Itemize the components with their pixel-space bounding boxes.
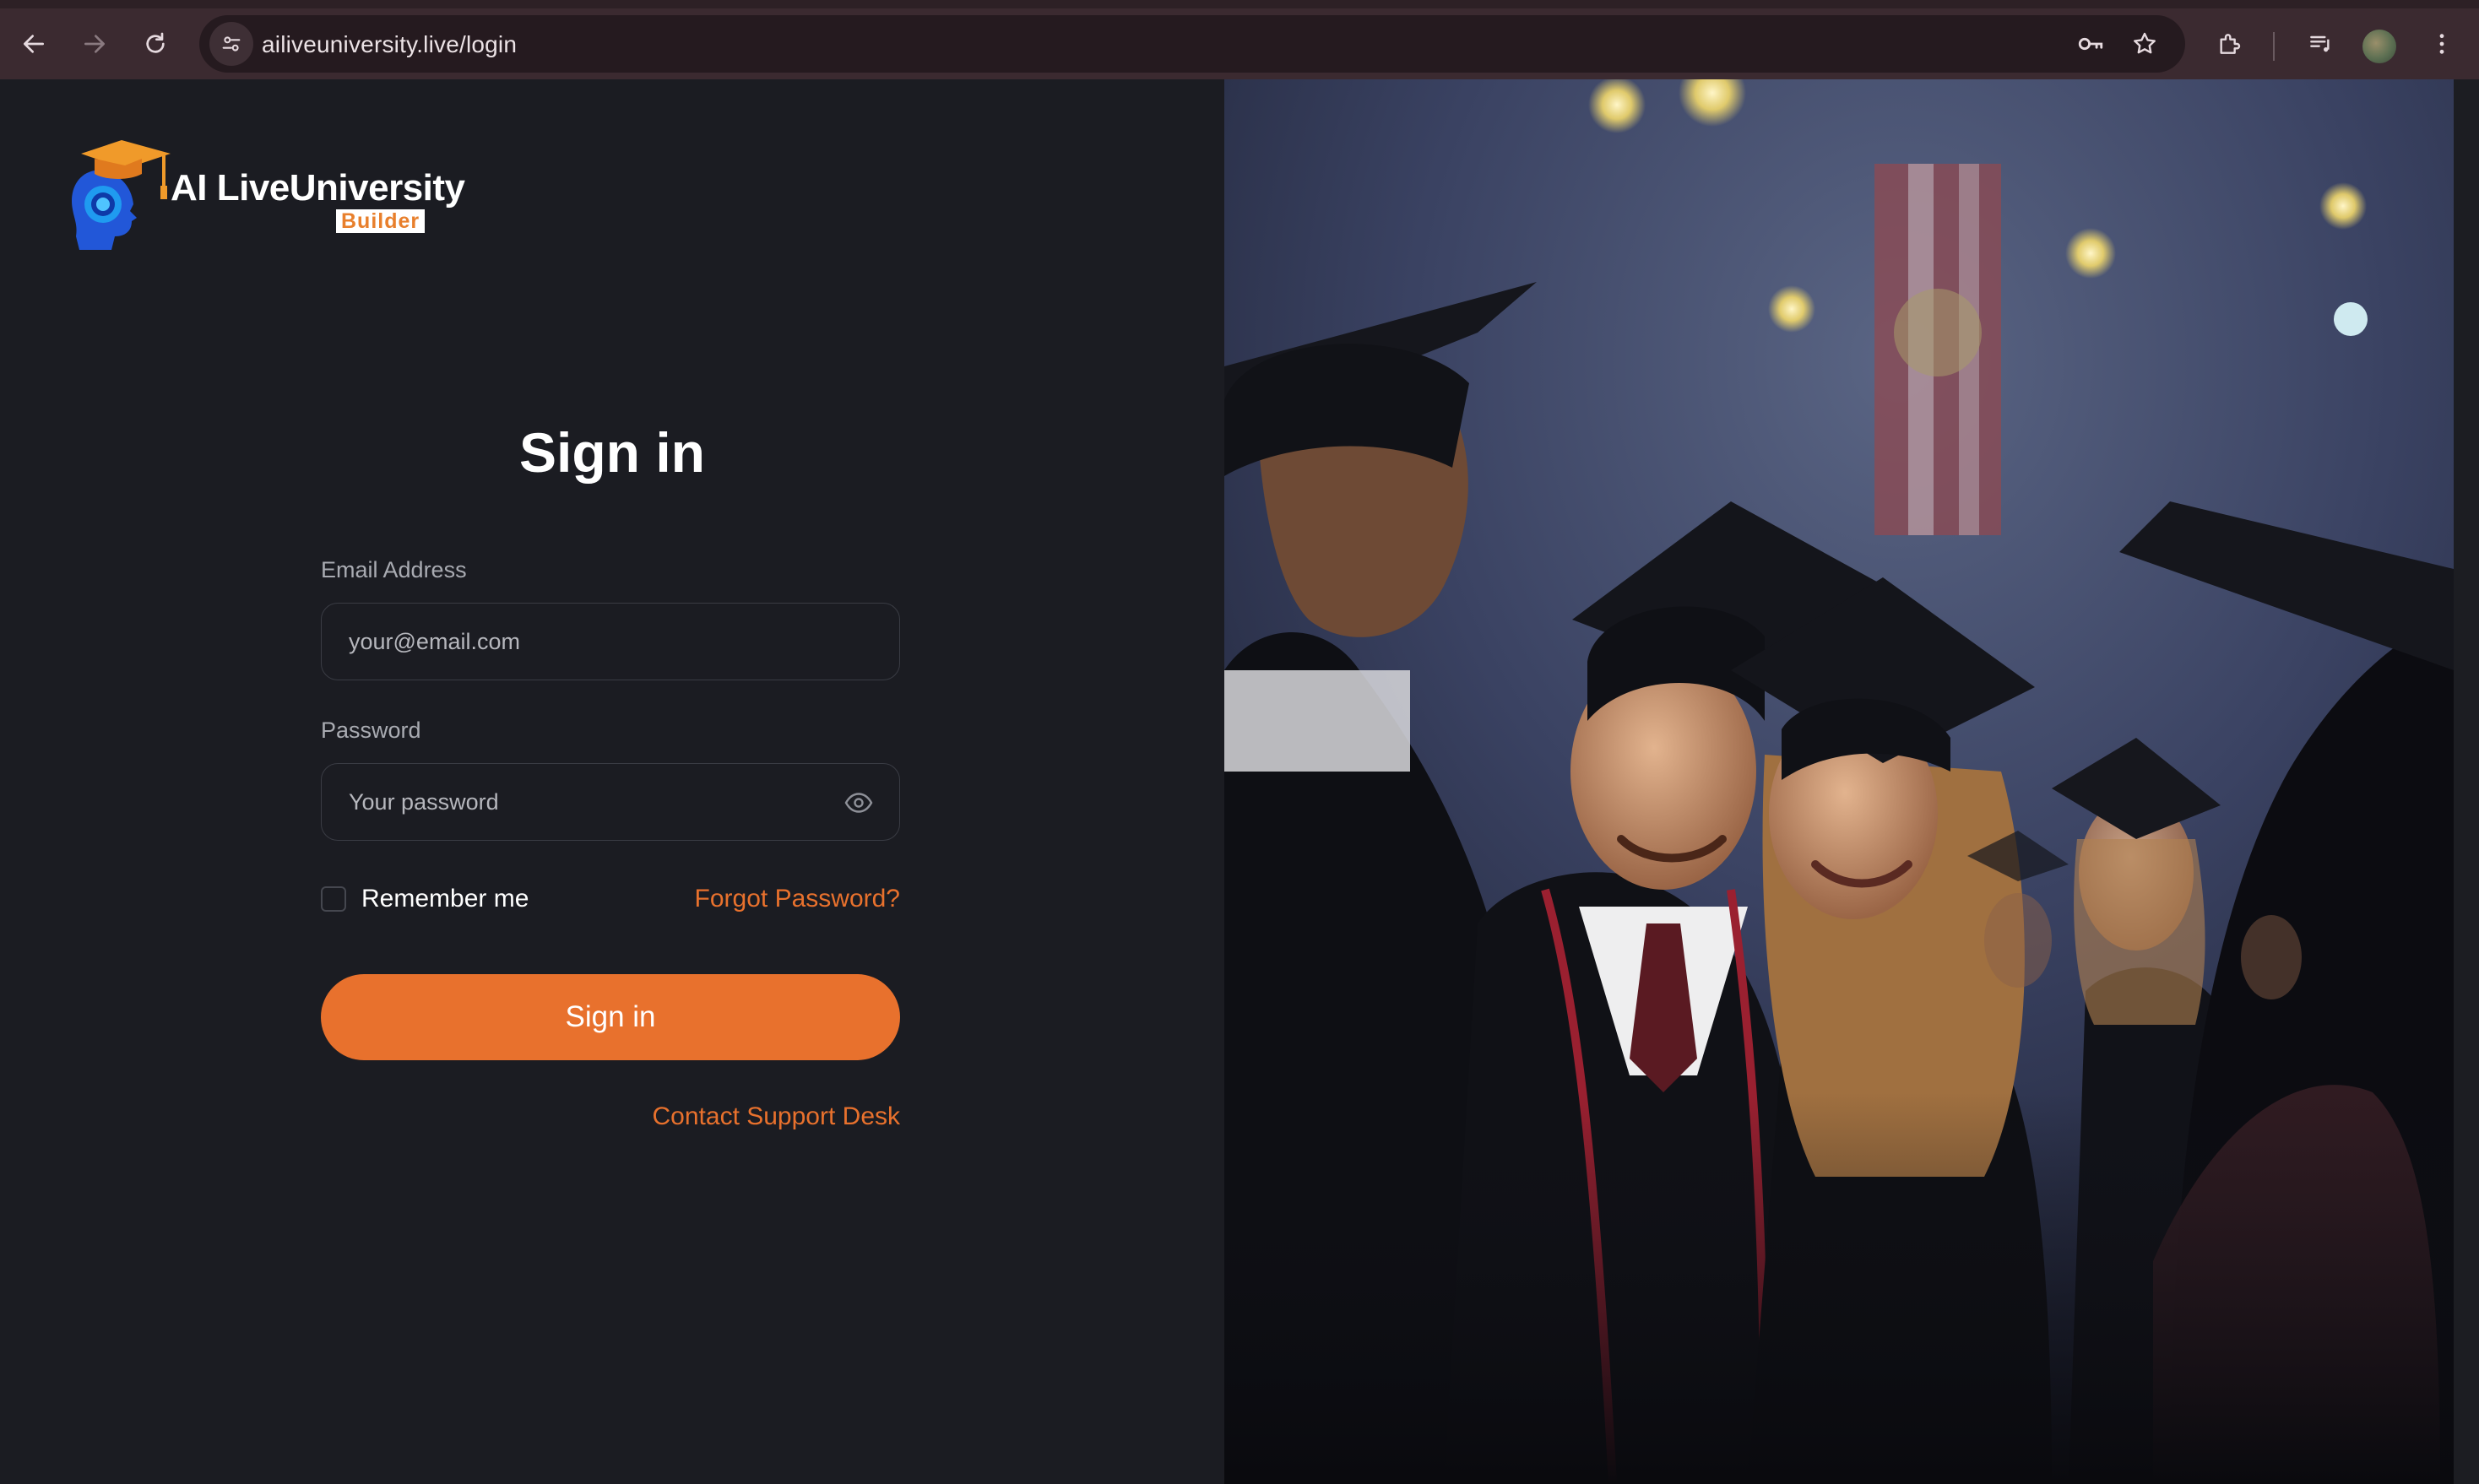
forgot-password-link[interactable]: Forgot Password? [695,885,900,913]
forward-arrow-icon[interactable] [76,25,113,62]
login-panel: AI LiveUniversity Builder Sign in Email … [0,79,1224,1484]
page-title: Sign in [519,421,705,484]
extensions-icon[interactable] [2210,25,2248,62]
toolbar-divider [2273,32,2275,61]
address-bar[interactable]: ailiveuniversity.live/login [199,15,2185,73]
page-scrollbar[interactable] [2454,79,2479,1484]
logo[interactable]: AI LiveUniversity Builder [69,137,466,255]
email-field-container [321,603,900,680]
bookmark-star-icon[interactable] [2128,27,2162,61]
logo-head-icon [72,140,171,250]
browser-toolbar: ailiveuniversity.live/login [0,0,2479,79]
profile-avatar[interactable] [2362,30,2396,63]
sign-in-button[interactable]: Sign in [321,974,900,1060]
more-menu-icon[interactable] [2423,25,2460,62]
url-text[interactable]: ailiveuniversity.live/login [262,31,517,58]
graduation-photo [1224,79,2454,1484]
email-field[interactable] [322,604,899,680]
logo-name: AI LiveUniversity [171,167,465,209]
remember-me-checkbox[interactable] [321,886,346,912]
remember-me-label[interactable]: Remember me [361,885,529,913]
password-field[interactable] [322,764,899,840]
show-password-eye-icon[interactable] [844,788,874,818]
reload-icon[interactable] [137,25,174,62]
back-arrow-icon[interactable] [15,25,52,62]
logo-tagline: Builder [336,209,426,233]
contact-support-link[interactable]: Contact Support Desk [653,1102,900,1131]
email-label: Email Address [321,557,467,582]
site-settings-icon[interactable] [209,22,253,66]
password-label: Password [321,718,421,743]
graduation-photo-illustration [1224,79,2454,1484]
password-field-container [321,763,900,841]
password-key-icon[interactable] [2074,27,2107,61]
media-controls-icon[interactable] [2302,25,2339,62]
